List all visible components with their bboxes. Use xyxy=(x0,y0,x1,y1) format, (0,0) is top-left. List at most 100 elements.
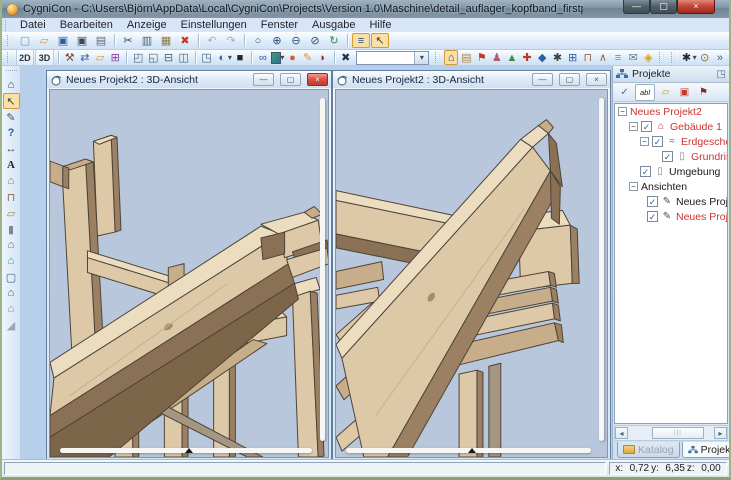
print-icon[interactable]: ▤ xyxy=(92,33,110,48)
leftbar-grip[interactable] xyxy=(6,70,17,74)
save-all-icon[interactable]: ▣ xyxy=(73,33,91,48)
viewport-1-3d-view[interactable] xyxy=(49,89,329,458)
redo-icon[interactable]: ↷ xyxy=(222,33,240,48)
collapse-expander-icon[interactable]: − xyxy=(629,122,638,131)
tree-item-umgebung[interactable]: ✓ ▯ Umgebung xyxy=(615,164,727,179)
view-2d-button[interactable]: 2D xyxy=(16,49,35,66)
timber-planks-icon[interactable]: ▤ xyxy=(459,50,473,65)
tree-item-gebaeude-1[interactable]: − ✓ ⌂ Gebäude 1 xyxy=(615,119,727,134)
copy-icon[interactable]: ▥ xyxy=(138,33,156,48)
flag-marker-icon[interactable]: ⚑ xyxy=(475,50,489,65)
machine-settings-icon[interactable]: ✱ xyxy=(550,50,564,65)
menu-einstellungen[interactable]: Einstellungen xyxy=(174,19,254,31)
viewport-1-scroll-center-marker-icon[interactable] xyxy=(185,448,193,453)
save-icon[interactable]: ▣ xyxy=(54,33,72,48)
tile-horizontal-icon[interactable]: ⊟ xyxy=(161,50,175,65)
visibility-checkbox[interactable]: ✓ xyxy=(652,136,663,147)
delete-icon[interactable]: ✖ xyxy=(176,33,194,48)
copy-view-image-icon[interactable]: ◳ xyxy=(200,50,214,65)
tree-horizontal-scrollbar[interactable]: ◂ ||| ▸ xyxy=(614,425,728,441)
column-tool-icon[interactable]: ▮ xyxy=(3,221,20,237)
restore-windows-icon[interactable]: ◱ xyxy=(146,50,160,65)
visibility-checkbox[interactable]: ✓ xyxy=(640,166,651,177)
viewport-1-vertical-scrollbar[interactable] xyxy=(320,98,325,441)
link-elements-icon[interactable]: ∞ xyxy=(256,50,270,65)
workbench-icon[interactable]: ⊓ xyxy=(581,50,595,65)
toolbar-overflow-icon[interactable]: » xyxy=(713,50,727,65)
roof-truss-icon[interactable]: ∧ xyxy=(596,50,610,65)
viewport-2-vertical-scrollbar[interactable] xyxy=(599,98,604,441)
menu-fenster[interactable]: Fenster xyxy=(254,19,305,31)
tree-item-ansichten[interactable]: − Ansichten xyxy=(615,179,727,194)
open-folder-icon[interactable]: ▱ xyxy=(657,85,674,100)
stairs-icon[interactable]: ≡ xyxy=(611,50,625,65)
measure-icon[interactable]: ✖ xyxy=(339,50,353,65)
tree-item-erdgeschoss[interactable]: − ✓ ≈ Erdgeschos xyxy=(615,134,727,149)
room-tool-icon[interactable]: ⌂ xyxy=(3,253,20,269)
viewport-2-close-button[interactable]: × xyxy=(586,73,607,86)
new-document-icon[interactable]: ▢ xyxy=(16,33,34,48)
text-tool-icon[interactable]: A xyxy=(3,157,20,173)
viewport-1-titlebar[interactable]: Neues Projekt2 : 3D-Ansicht — ▢ × xyxy=(47,71,331,88)
select-tool-icon[interactable]: ↖ xyxy=(3,93,20,109)
visibility-checkbox[interactable]: ✓ xyxy=(662,151,673,162)
toolbar-grip[interactable] xyxy=(659,52,664,63)
shield-icon[interactable]: ◆ xyxy=(535,50,549,65)
zoom-in-icon[interactable]: ⊕ xyxy=(268,33,286,48)
scroll-left-icon[interactable]: ◂ xyxy=(615,427,628,439)
viewport-2-maximize-button[interactable]: ▢ xyxy=(559,73,580,86)
tree-item-neues-projekt-view-1[interactable]: ✓ ✎ Neues Proje xyxy=(615,194,727,209)
refresh-view-icon[interactable]: ↻ xyxy=(325,33,343,48)
visibility-checkbox[interactable]: ✓ xyxy=(641,121,652,132)
help-tool-icon[interactable]: ? xyxy=(3,125,20,141)
walk-mode-icon[interactable]: ⇄ xyxy=(78,50,92,65)
combobox-dropdown-icon[interactable]: ▾ xyxy=(414,52,428,64)
axe-tool-icon[interactable]: ⚒ xyxy=(63,50,77,65)
maximize-button[interactable]: ▢ xyxy=(650,0,677,14)
message-note-icon[interactable]: ✉ xyxy=(626,50,640,65)
select-elements-icon[interactable]: ↖ xyxy=(371,33,389,48)
menu-hilfe[interactable]: Hilfe xyxy=(362,19,398,31)
cut-icon[interactable]: ✂ xyxy=(119,33,137,48)
viewport-1-maximize-button[interactable]: ▢ xyxy=(280,73,301,86)
flag-tool-icon[interactable]: ⚑ xyxy=(695,85,712,100)
viewport-1-window[interactable]: Neues Projekt2 : 3D-Ansicht — ▢ × xyxy=(46,70,332,461)
tools-dropdown-arrow-icon[interactable]: ▾ xyxy=(693,53,697,62)
viewport-2-minimize-button[interactable]: — xyxy=(532,73,553,86)
view-3d-button[interactable]: 3D xyxy=(35,49,54,66)
visibility-checkbox[interactable]: ✓ xyxy=(647,211,658,222)
surveyor-icon[interactable]: ♟ xyxy=(490,50,504,65)
zoom-window-icon[interactable]: ⊘ xyxy=(306,33,324,48)
zoom-icon[interactable]: ○ xyxy=(249,33,267,48)
menu-anzeige[interactable]: Anzeige xyxy=(120,19,174,31)
grid-window-icon[interactable]: ⊞ xyxy=(566,50,580,65)
measure-tool-icon[interactable]: ↔ xyxy=(3,141,20,157)
texture-brush-icon[interactable]: ◗ xyxy=(316,50,330,65)
rename-icon[interactable]: abl xyxy=(635,84,655,101)
first-aid-icon[interactable]: ✚ xyxy=(520,50,534,65)
cottage-tool-icon[interactable]: ⌂ xyxy=(3,301,20,317)
viewport-1-minimize-button[interactable]: — xyxy=(253,73,274,86)
visibility-checkbox[interactable]: ✓ xyxy=(647,196,658,207)
tree-item-neues-projekt-view-2[interactable]: ✓ ✎ Neues Proje xyxy=(615,209,727,224)
plan-tool-icon[interactable]: ▢ xyxy=(3,269,20,285)
tools-dropdown-icon[interactable]: ✱ xyxy=(679,50,693,65)
paste-icon[interactable]: ▦ xyxy=(157,33,175,48)
undo-icon[interactable]: ↶ xyxy=(203,33,221,48)
element-list-icon[interactable]: ≡ xyxy=(352,33,370,48)
viewport-2-window[interactable]: Neues Projekt2 : 3D-Ansicht — ▢ × xyxy=(332,70,611,461)
house-tool-icon[interactable]: ⌂ xyxy=(3,173,20,189)
tab-katalog[interactable]: Katalog xyxy=(617,442,680,458)
inspect-icon[interactable]: ⊙ xyxy=(698,50,712,65)
open-project-icon[interactable]: ▱ xyxy=(35,33,53,48)
viewport-2-3d-view[interactable] xyxy=(335,89,608,458)
menubar-grip[interactable] xyxy=(5,20,10,31)
zoom-out-icon[interactable]: ⊖ xyxy=(287,33,305,48)
layer-combobox[interactable]: ▾ xyxy=(356,51,430,65)
bench-tool-icon[interactable]: ⊓ xyxy=(3,189,20,205)
scrollbar-thumb[interactable]: ||| xyxy=(652,427,704,439)
render-settings-icon[interactable]: ■ xyxy=(233,50,247,65)
toolbar-grip[interactable] xyxy=(671,52,676,63)
toolbar1-grip[interactable] xyxy=(7,35,12,46)
draw-tool-icon[interactable]: ✎ xyxy=(3,109,20,125)
